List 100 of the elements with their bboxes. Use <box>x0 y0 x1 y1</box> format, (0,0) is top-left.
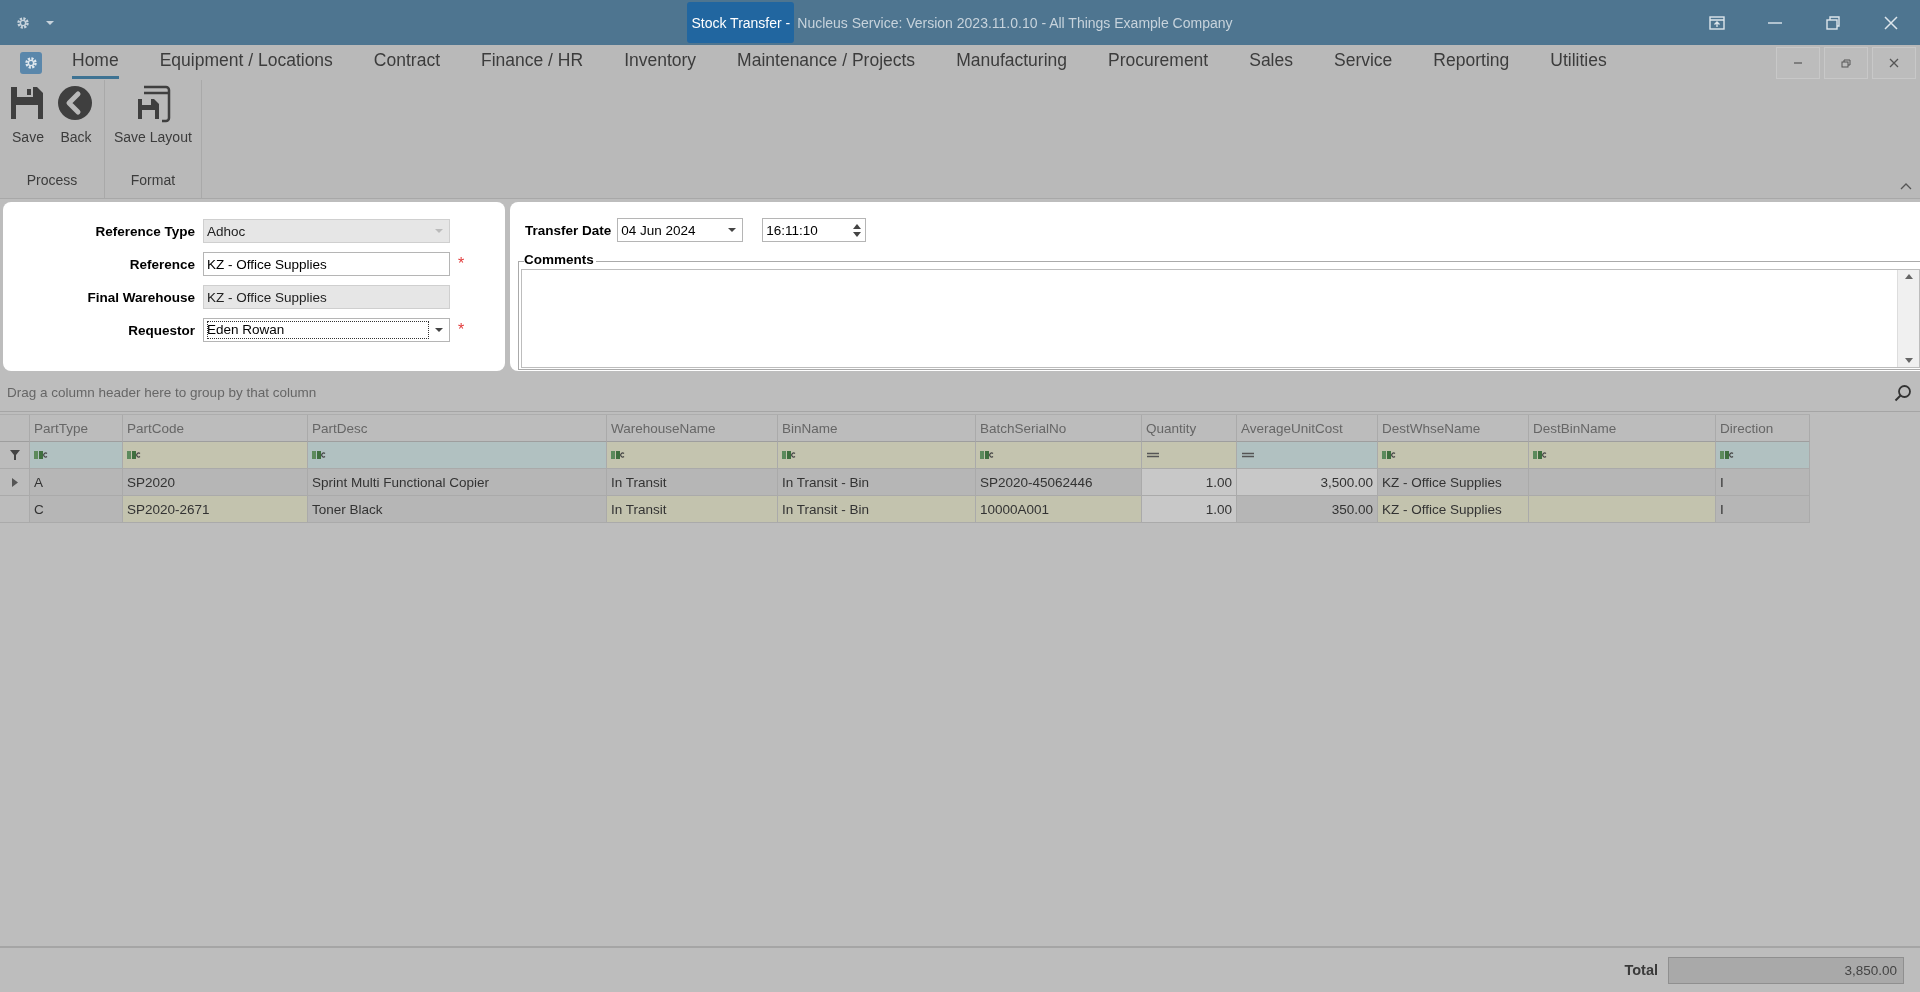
spin-down-icon[interactable] <box>853 231 862 237</box>
ribbon-group-label: Process <box>25 172 79 190</box>
table-cell: In Transit <box>607 469 778 496</box>
column-header[interactable]: AverageUnitCost <box>1237 415 1378 442</box>
text-filter-icon <box>312 450 328 460</box>
back-button[interactable]: Back <box>54 85 98 172</box>
table-cell: In Transit - Bin <box>778 496 976 523</box>
app-menu-button[interactable] <box>20 51 42 74</box>
mdi-close-button[interactable] <box>1872 47 1916 79</box>
caret-icon[interactable] <box>45 19 55 26</box>
filter-cell[interactable] <box>976 442 1142 469</box>
menu-tab[interactable]: Equipment / Locations <box>159 46 333 79</box>
required-mark: * <box>458 321 466 339</box>
menu-tab[interactable]: Sales <box>1249 46 1293 79</box>
restore-icon <box>1839 57 1853 69</box>
filter-cell[interactable] <box>123 442 308 469</box>
filter-cell[interactable] <box>1529 442 1716 469</box>
layout-icon[interactable] <box>1708 14 1726 31</box>
text-filter-icon <box>1533 450 1549 460</box>
dropdown-field[interactable]: Eden Rowan <box>203 318 450 342</box>
document-tab[interactable]: Stock Transfer - <box>687 2 795 43</box>
scroll-up-icon[interactable] <box>1904 274 1913 279</box>
table-cell: In Transit <box>607 496 778 523</box>
table-cell: C <box>30 496 123 523</box>
total-field: 3,850.00 <box>1668 956 1904 984</box>
menu-tab[interactable]: Inventory <box>624 46 697 79</box>
save-button[interactable]: Save <box>6 85 50 172</box>
menu-tab[interactable]: Utilities <box>1550 46 1607 79</box>
column-header[interactable]: BatchSerialNo <box>976 415 1142 442</box>
scroll-down-icon[interactable] <box>1904 358 1913 363</box>
filter-cell[interactable] <box>1142 442 1237 469</box>
menu-tab[interactable]: Reporting <box>1433 46 1510 79</box>
filter-cell[interactable] <box>1378 442 1529 469</box>
text-field[interactable]: KZ - Office Supplies <box>203 252 450 276</box>
text-filter-icon <box>1382 450 1398 460</box>
scrollbar[interactable] <box>1897 270 1919 367</box>
mdi-restore-button[interactable] <box>1824 47 1868 79</box>
column-header[interactable]: PartCode <box>123 415 308 442</box>
column-header[interactable]: PartDesc <box>308 415 607 442</box>
search-icon[interactable] <box>1894 383 1912 402</box>
date-field[interactable]: 04 Jun 2024 <box>617 218 744 242</box>
filter-cell[interactable] <box>778 442 976 469</box>
field-label: Reference Type <box>94 223 195 239</box>
table-cell: Sprint Multi Functional Copier <box>308 469 607 496</box>
mdi-minimize-button[interactable] <box>1776 47 1820 79</box>
menu-tab[interactable]: Finance / HR <box>481 46 584 79</box>
text-filter-icon <box>34 450 50 460</box>
dropdown-arrow-icon <box>434 327 444 333</box>
field-label: Reference <box>128 256 195 272</box>
close-icon <box>1887 57 1901 69</box>
column-header[interactable]: DestWhseName <box>1378 415 1529 442</box>
column-header[interactable]: PartType <box>30 415 123 442</box>
table-cell: 10000A001 <box>976 496 1142 523</box>
text-filter-icon <box>782 450 798 460</box>
group-panel-hint: Drag a column header here to group by that column <box>7 385 317 400</box>
filter-cell[interactable] <box>30 442 123 469</box>
column-header[interactable]: DestBinName <box>1529 415 1716 442</box>
column-header[interactable]: Quantity <box>1142 415 1237 442</box>
time-field[interactable]: 16:11:10 <box>762 218 867 242</box>
table-cell: KZ - Office Supplies <box>1378 496 1529 523</box>
filter-icon <box>9 450 20 460</box>
gear-icon <box>23 54 39 71</box>
menu-tab[interactable]: Home <box>72 46 119 79</box>
filter-cell[interactable] <box>1716 442 1810 469</box>
table-cell: I <box>1716 469 1810 496</box>
gear-icon[interactable] <box>15 14 31 31</box>
dropdown-arrow-icon <box>434 228 444 234</box>
field-label: Requestor <box>127 322 195 338</box>
menu-tab[interactable]: Maintenance / Projects <box>737 46 916 79</box>
filter-cell[interactable] <box>308 442 607 469</box>
column-header[interactable]: BinName <box>778 415 976 442</box>
group-label: Comments <box>524 252 596 267</box>
text-filter-icon <box>611 450 627 460</box>
row-pointer-icon <box>11 477 18 487</box>
text-filter-icon <box>127 450 143 460</box>
menu-tab[interactable]: Contract <box>373 46 440 79</box>
save-layout-button[interactable]: Save Layout <box>111 85 195 172</box>
menu-tab[interactable]: Procurement <box>1108 46 1209 79</box>
text-filter-icon <box>1720 450 1736 460</box>
dropdown-arrow-icon <box>727 227 738 233</box>
table-cell: SP2020-45062446 <box>976 469 1142 496</box>
close-icon[interactable] <box>1882 14 1900 31</box>
filter-cell[interactable] <box>607 442 778 469</box>
equals-filter-icon <box>1241 451 1255 459</box>
ribbon-group-label: Format <box>129 172 177 190</box>
spin-up-icon[interactable] <box>853 223 862 229</box>
table-cell: 1.00 <box>1142 496 1237 523</box>
comments-field[interactable] <box>521 269 1920 368</box>
table-cell: Toner Black <box>308 496 607 523</box>
back-icon <box>57 85 95 123</box>
filter-cell[interactable] <box>1237 442 1378 469</box>
collapse-ribbon-icon[interactable] <box>1900 182 1912 190</box>
menu-tab[interactable]: Service <box>1334 46 1393 79</box>
row-indicator[interactable] <box>0 469 30 496</box>
required-mark: * <box>458 255 466 273</box>
restore-icon[interactable] <box>1824 14 1842 31</box>
menu-tab[interactable]: Manufacturing <box>956 46 1068 79</box>
column-header[interactable]: Direction <box>1716 415 1810 442</box>
column-header[interactable]: WarehouseName <box>607 415 778 442</box>
table-cell: 1.00 <box>1142 469 1237 496</box>
